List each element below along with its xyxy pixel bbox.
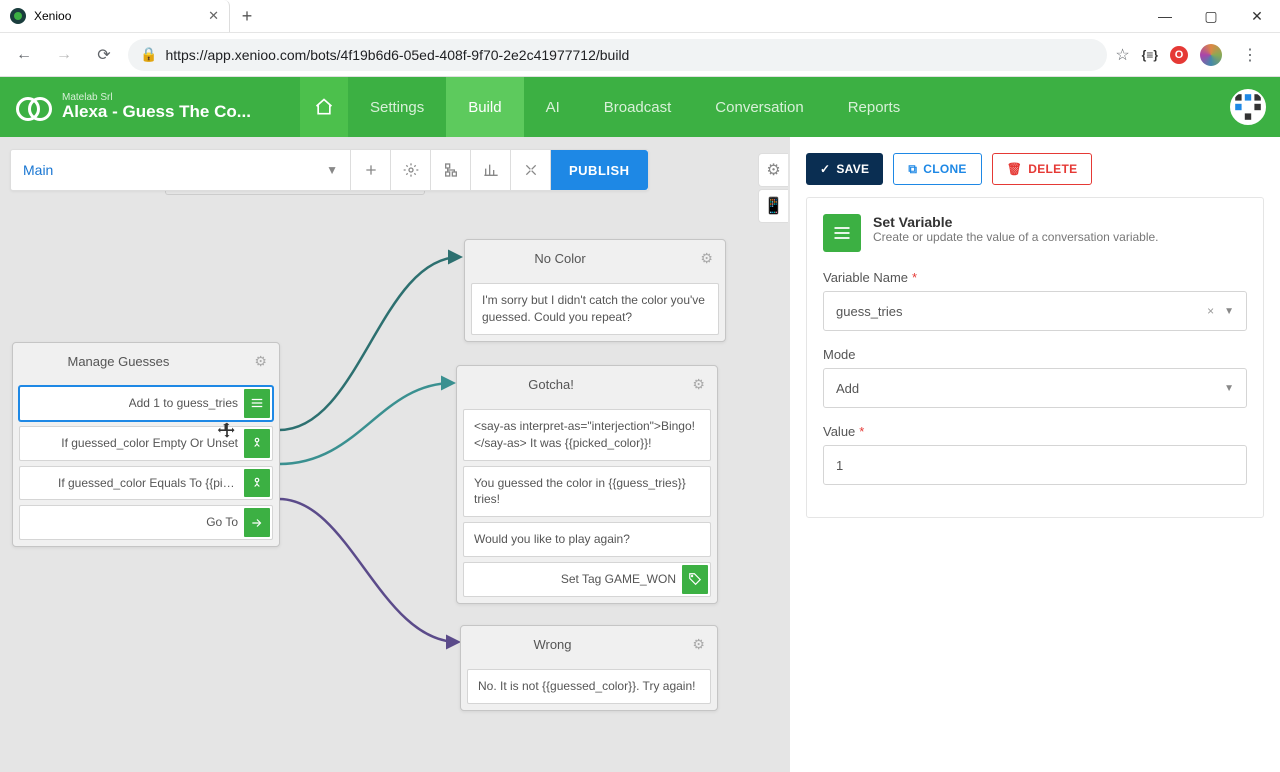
action-condition-equals[interactable]: If guessed_color Equals To {{picked_c...: [19, 466, 273, 501]
chevron-down-icon[interactable]: ▼: [1224, 383, 1234, 394]
bot-name: Alexa - Guess The Co...: [62, 103, 251, 122]
node-title: Gotcha!: [528, 377, 574, 392]
action-set-tag[interactable]: Set Tag GAME_WON: [463, 562, 711, 597]
action-text[interactable]: I'm sorry but I didn't catch the color y…: [471, 283, 719, 335]
workspace: Main ▼ PUBLISH Manage Guesses ⚙ Add 1: [0, 137, 1280, 772]
extension-icon-brackets[interactable]: {≡}: [1142, 48, 1158, 62]
variable-name-input[interactable]: guess_tries × ▼: [823, 291, 1247, 331]
clear-icon[interactable]: ×: [1207, 304, 1214, 318]
mode-select[interactable]: Add ▼: [823, 368, 1247, 408]
build-toolbar: Main ▼ PUBLISH: [10, 149, 649, 191]
menu-ai[interactable]: AI: [524, 77, 582, 137]
gear-icon[interactable]: ⚙: [692, 376, 705, 393]
node-title: Manage Guesses: [68, 354, 170, 369]
address-bar[interactable]: 🔒 https://app.xenioo.com/bots/4f19b6d6-0…: [128, 39, 1107, 71]
browser-toolbar: ← → ⟳ 🔒 https://app.xenioo.com/bots/4f19…: [0, 33, 1280, 77]
gear-icon[interactable]: ⚙: [254, 353, 267, 370]
action-title: Set Variable: [873, 214, 1159, 230]
tab-favicon: [10, 8, 26, 24]
profile-avatar[interactable]: [1200, 44, 1222, 66]
reload-button[interactable]: ⟳: [88, 39, 120, 71]
back-button[interactable]: ←: [8, 39, 40, 71]
panel-tab-settings[interactable]: ⚙: [758, 153, 788, 187]
browser-tab[interactable]: Xenioo ✕: [0, 0, 230, 32]
action-add-variable[interactable]: Add 1 to guess_tries: [19, 386, 273, 421]
goto-icon: [244, 508, 270, 537]
node-wrong[interactable]: Wrong ⚙ No. It is not {{guessed_color}}.…: [460, 625, 718, 711]
extension-icon-opera[interactable]: O: [1170, 46, 1188, 64]
lock-icon: 🔒: [140, 46, 157, 63]
new-tab-button[interactable]: +: [230, 0, 264, 32]
tool-tree-button[interactable]: [431, 150, 471, 190]
close-window-button[interactable]: ✕: [1234, 0, 1280, 32]
save-button[interactable]: ✓ SAVE: [806, 153, 883, 185]
tool-chart-button[interactable]: [471, 150, 511, 190]
tag-icon: [682, 565, 708, 594]
main-menu: Settings Build AI Broadcast Conversation…: [348, 77, 922, 137]
chevron-down-icon: ▼: [326, 163, 338, 177]
action-goto[interactable]: Go To: [19, 505, 273, 540]
browser-menu-icon[interactable]: ⋮: [1234, 39, 1266, 71]
variable-icon: [244, 389, 270, 418]
node-manage-guesses[interactable]: Manage Guesses ⚙ Add 1 to guess_tries If…: [12, 342, 280, 547]
user-avatar[interactable]: [1230, 89, 1266, 125]
add-button[interactable]: [351, 150, 391, 190]
action-description: Create or update the value of a conversa…: [873, 230, 1159, 244]
action-condition-empty[interactable]: If guessed_color Empty Or Unset: [19, 426, 273, 461]
action-text[interactable]: No. It is not {{guessed_color}}. Try aga…: [467, 669, 711, 704]
menu-broadcast[interactable]: Broadcast: [582, 77, 694, 137]
condition-icon: [244, 469, 270, 498]
action-type-icon: [823, 214, 861, 252]
gear-icon[interactable]: ⚙: [700, 250, 713, 267]
menu-conversation[interactable]: Conversation: [693, 77, 825, 137]
gear-icon[interactable]: ⚙: [692, 636, 705, 653]
properties-panel: ⚙ 📱 ✓ SAVE ⧉ CLONE 🗑 DELETE Set Variable…: [790, 137, 1280, 772]
menu-build[interactable]: Build: [446, 77, 523, 137]
node-no-color[interactable]: No Color ⚙ I'm sorry but I didn't catch …: [464, 239, 726, 342]
mode-label: Mode: [823, 347, 1247, 362]
value-input[interactable]: 1: [823, 445, 1247, 485]
logo-icon: [16, 97, 52, 117]
tab-close-icon[interactable]: ✕: [208, 8, 219, 24]
delete-button[interactable]: 🗑 DELETE: [992, 153, 1093, 185]
forward-button[interactable]: →: [48, 39, 80, 71]
action-detail-card: Set Variable Create or update the value …: [806, 197, 1264, 518]
home-button[interactable]: [300, 77, 348, 137]
condition-icon: [244, 429, 270, 458]
action-text[interactable]: You guessed the color in {{guess_tries}}…: [463, 466, 711, 518]
menu-settings[interactable]: Settings: [348, 77, 446, 137]
app-header: Matelab Srl Alexa - Guess The Co... Sett…: [0, 77, 1280, 137]
variable-name-label: Variable Name*: [823, 270, 1247, 285]
window-title-bar: Xenioo ✕ + — ▢ ✕: [0, 0, 1280, 33]
flow-name: Main: [23, 162, 53, 178]
maximize-button[interactable]: ▢: [1188, 0, 1234, 32]
tool-gear-button[interactable]: [391, 150, 431, 190]
url-text: https://app.xenioo.com/bots/4f19b6d6-05e…: [165, 47, 629, 63]
chevron-down-icon[interactable]: ▼: [1224, 306, 1234, 317]
tab-title: Xenioo: [34, 9, 71, 23]
panel-tab-preview[interactable]: 📱: [758, 189, 788, 223]
value-label: Value*: [823, 424, 1247, 439]
window-buttons: — ▢ ✕: [1142, 0, 1280, 32]
action-text[interactable]: <say-as interpret-as="interjection">Bing…: [463, 409, 711, 461]
app-logo-block[interactable]: Matelab Srl Alexa - Guess The Co...: [0, 92, 300, 122]
node-title: No Color: [534, 251, 585, 266]
clone-button[interactable]: ⧉ CLONE: [893, 153, 981, 185]
bookmark-star-icon[interactable]: ☆: [1115, 45, 1129, 65]
action-text[interactable]: Would you like to play again?: [463, 522, 711, 557]
tool-collapse-button[interactable]: [511, 150, 551, 190]
publish-button[interactable]: PUBLISH: [551, 150, 648, 190]
minimize-button[interactable]: —: [1142, 0, 1188, 32]
flow-selector[interactable]: Main ▼: [11, 150, 351, 190]
node-gotcha[interactable]: Gotcha! ⚙ <say-as interpret-as="interjec…: [456, 365, 718, 604]
menu-reports[interactable]: Reports: [826, 77, 923, 137]
node-title: Wrong: [533, 637, 571, 652]
